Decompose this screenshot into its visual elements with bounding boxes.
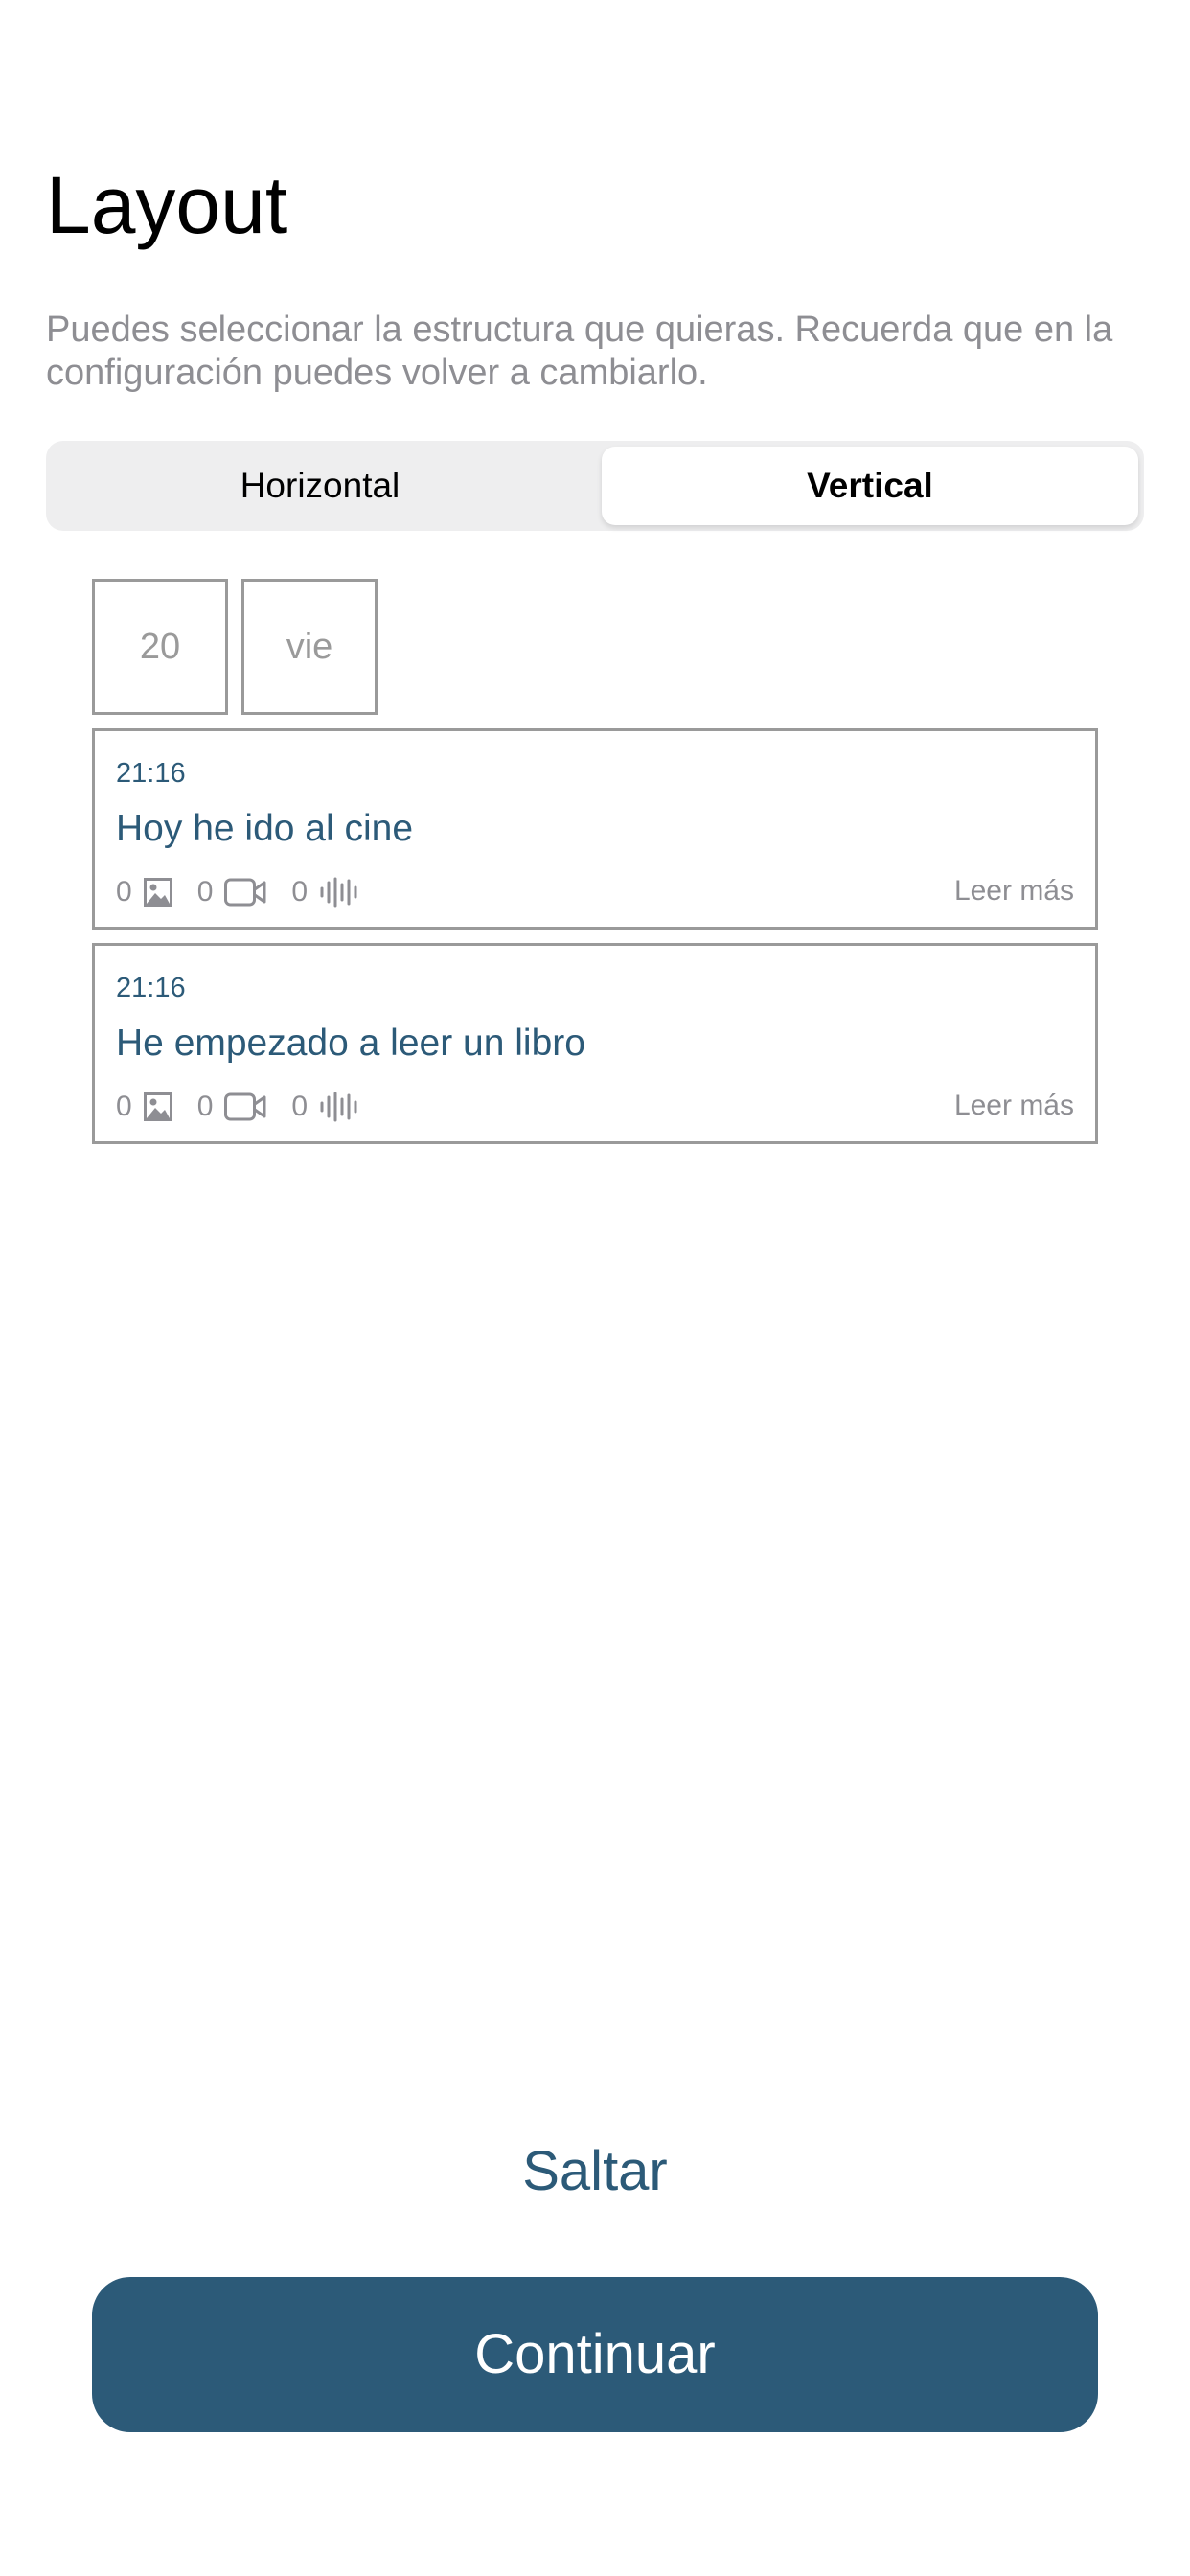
read-more-link[interactable]: Leer más [954,875,1074,908]
audio-count: 0 [291,876,309,908]
entry-media-counts: 0 0 0 [116,875,386,909]
continue-button[interactable]: Continuar [92,2277,1098,2432]
entry-title: He empezado a leer un libro [116,1023,585,1064]
entry-card: 21:16 Hoy he ido al cine 0 0 0 Leer más [92,728,1098,930]
page-title: Layout [46,160,288,250]
entry-card: 21:16 He empezado a leer un libro 0 0 0 … [92,943,1098,1144]
layout-segmented-control: Horizontal Vertical [46,441,1144,531]
entry-title: Hoy he ido al cine [116,808,414,849]
audio-count: 0 [291,1091,309,1122]
page-subtitle: Puedes seleccionar la estructura que qui… [46,310,1113,393]
read-more-link[interactable]: Leer más [954,1090,1074,1122]
entry-time: 21:16 [116,973,186,1003]
audio-wave-icon [319,877,361,908]
audio-wave-icon [319,1092,361,1122]
date-day-number: 20 [92,579,228,715]
entry-media-counts: 0 0 0 [116,1090,386,1124]
entry-time: 21:16 [116,758,186,789]
photo-count: 0 [116,1091,132,1122]
video-count: 0 [196,876,214,908]
segment-vertical[interactable]: Vertical [602,447,1138,525]
image-icon [143,878,172,907]
video-camera-icon [224,1092,266,1121]
photo-count: 0 [116,876,132,908]
video-camera-icon [224,878,266,907]
date-day-name: vie [241,579,378,715]
skip-button[interactable]: Saltar [0,2139,1190,2203]
image-icon [143,1092,172,1121]
segment-horizontal[interactable]: Horizontal [52,447,588,525]
video-count: 0 [196,1091,214,1122]
